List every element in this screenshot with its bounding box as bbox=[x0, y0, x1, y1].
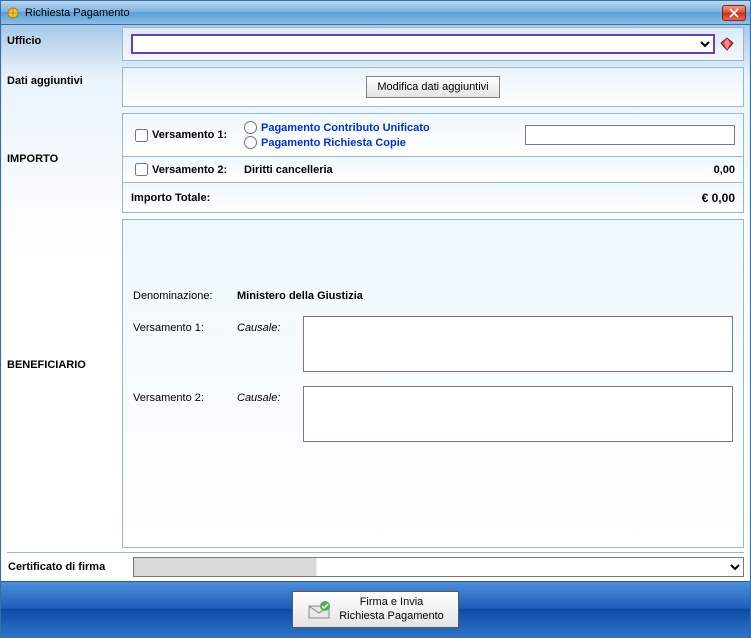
titlebar: Richiesta Pagamento bbox=[1, 1, 750, 25]
dati-panel: Modifica dati aggiuntivi bbox=[122, 67, 744, 107]
causale1-textarea[interactable] bbox=[303, 316, 733, 372]
causale2-block: Versamento 2: Causale: bbox=[133, 386, 733, 442]
beneficiario-row: BENEFICIARIO Denominazione: Ministero de… bbox=[7, 219, 744, 548]
dati-label: Dati aggiuntivi bbox=[7, 67, 122, 107]
radio-richiesta-copie-input[interactable] bbox=[244, 136, 257, 149]
causale1-block: Versamento 1: Causale: bbox=[133, 316, 733, 372]
content-area: Ufficio Dati aggiuntivi Modifica dati ag… bbox=[1, 25, 750, 581]
close-button[interactable] bbox=[722, 5, 746, 21]
firma-invia-labels: Firma e Invia Richiesta Pagamento bbox=[339, 596, 444, 622]
envelope-send-icon bbox=[307, 598, 331, 622]
versamento2-line: Versamento 2: Diritti cancelleria 0,00 bbox=[122, 157, 744, 183]
ufficio-panel bbox=[122, 27, 744, 61]
versamento2-desc: Diritti cancelleria bbox=[244, 164, 333, 176]
denominazione-value: Ministero della Giustizia bbox=[237, 290, 363, 302]
radio-richiesta-copie[interactable]: Pagamento Richiesta Copie bbox=[244, 136, 430, 149]
causale2-label: Causale: bbox=[237, 386, 297, 404]
beneficiario-panel: Denominazione: Ministero della Giustizia… bbox=[122, 219, 744, 548]
versamento1-label: Versamento 1: bbox=[152, 129, 244, 141]
causale1-vlabel: Versamento 1: bbox=[133, 316, 231, 334]
beneficiario-label: BENEFICIARIO bbox=[7, 219, 122, 548]
window-title: Richiesta Pagamento bbox=[25, 7, 722, 19]
certificato-label: Certificato di firma bbox=[7, 561, 133, 573]
certificato-row: Certificato di firma bbox=[7, 552, 744, 581]
radio-richiesta-copie-label: Pagamento Richiesta Copie bbox=[261, 137, 406, 149]
radio-contributo-unificato-input[interactable] bbox=[244, 121, 257, 134]
causale2-vlabel: Versamento 2: bbox=[133, 386, 231, 404]
firma-invia-button[interactable]: Firma e Invia Richiesta Pagamento bbox=[292, 591, 459, 627]
versamento2-amount: 0,00 bbox=[714, 164, 735, 176]
versamento1-radios: Pagamento Contributo Unificato Pagamento… bbox=[244, 121, 430, 149]
versamento2-label: Versamento 2: bbox=[152, 164, 244, 176]
gem-icon[interactable] bbox=[719, 36, 735, 52]
radio-contributo-unificato-label: Pagamento Contributo Unificato bbox=[261, 122, 430, 134]
firma-invia-line2: Richiesta Pagamento bbox=[339, 610, 444, 623]
causale2-textarea[interactable] bbox=[303, 386, 733, 442]
radio-contributo-unificato[interactable]: Pagamento Contributo Unificato bbox=[244, 121, 430, 134]
app-icon bbox=[5, 5, 21, 21]
importo-totale-label: Importo Totale: bbox=[131, 192, 210, 204]
importo-panel: Versamento 1: Pagamento Contributo Unifi… bbox=[122, 113, 744, 213]
ufficio-label: Ufficio bbox=[7, 27, 122, 61]
versamento1-amount-input[interactable] bbox=[525, 125, 735, 145]
importo-label: IMPORTO bbox=[7, 113, 122, 213]
certificato-select[interactable] bbox=[133, 557, 744, 577]
denominazione-line: Denominazione: Ministero della Giustizia bbox=[133, 290, 733, 302]
window: Richiesta Pagamento Ufficio Dati aggiunt… bbox=[0, 0, 751, 638]
denominazione-label: Denominazione: bbox=[133, 290, 231, 302]
ufficio-select[interactable] bbox=[131, 34, 715, 54]
importo-totale-amount: € 0,00 bbox=[702, 191, 735, 205]
dati-row: Dati aggiuntivi Modifica dati aggiuntivi bbox=[7, 67, 744, 107]
versamento2-checkbox[interactable] bbox=[135, 163, 148, 176]
modifica-dati-button[interactable]: Modifica dati aggiuntivi bbox=[366, 76, 499, 98]
causale1-label: Causale: bbox=[237, 316, 297, 334]
importo-row: IMPORTO Versamento 1: Pagamento Contribu… bbox=[7, 113, 744, 213]
firma-invia-line1: Firma e Invia bbox=[339, 596, 444, 609]
versamento1-line: Versamento 1: Pagamento Contributo Unifi… bbox=[122, 113, 744, 157]
importo-totale-line: Importo Totale: € 0,00 bbox=[122, 183, 744, 213]
ufficio-row: Ufficio bbox=[7, 27, 744, 61]
versamento1-checkbox[interactable] bbox=[135, 129, 148, 142]
footer-bar: Firma e Invia Richiesta Pagamento bbox=[1, 581, 750, 637]
